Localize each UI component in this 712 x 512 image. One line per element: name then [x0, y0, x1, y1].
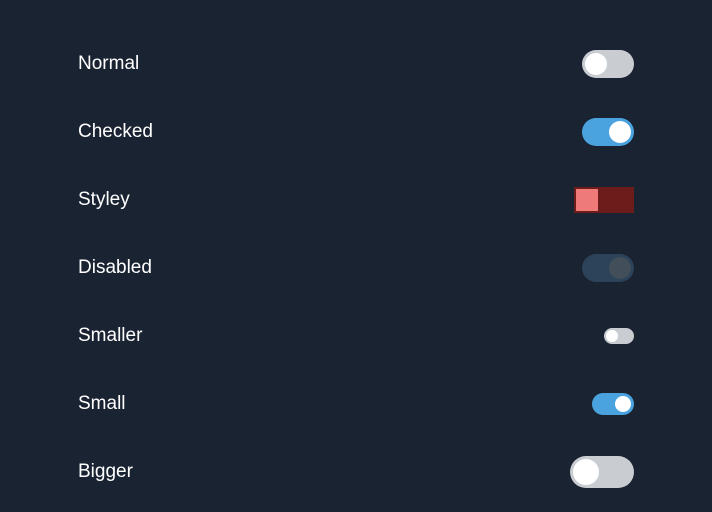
toggle-knob-checked: [609, 121, 631, 143]
toggle-knob-normal: [585, 53, 607, 75]
toggle-row-styley: Styley: [78, 166, 634, 234]
toggle-row-smaller: Smaller: [78, 302, 634, 370]
toggle-disabled: [582, 254, 634, 282]
toggle-knob-small: [615, 396, 631, 412]
toggle-checked[interactable]: [582, 118, 634, 146]
toggle-normal[interactable]: [582, 50, 634, 78]
toggle-styley[interactable]: [574, 187, 634, 213]
toggle-small[interactable]: [592, 393, 634, 415]
toggle-label-smaller: Smaller: [78, 325, 142, 347]
toggle-row-small: Small: [78, 370, 634, 438]
toggle-list: Normal Checked Styley Disabled Smaller Small B…: [78, 30, 634, 506]
toggle-row-checked: Checked: [78, 98, 634, 166]
toggle-knob-styley: [576, 189, 598, 211]
toggle-label-small: Small: [78, 393, 126, 415]
toggle-label-bigger: Bigger: [78, 461, 133, 483]
toggle-label-styley: Styley: [78, 189, 130, 211]
toggle-knob-smaller: [606, 330, 618, 342]
toggle-row-normal: Normal: [78, 30, 634, 98]
toggle-label-normal: Normal: [78, 53, 139, 75]
toggle-row-disabled: Disabled: [78, 234, 634, 302]
toggle-knob-disabled: [609, 257, 631, 279]
toggle-label-checked: Checked: [78, 121, 153, 143]
toggle-smaller[interactable]: [604, 328, 634, 344]
toggle-knob-bigger: [573, 459, 599, 485]
toggle-row-bigger: Bigger: [78, 438, 634, 506]
toggle-bigger[interactable]: [570, 456, 634, 488]
toggle-label-disabled: Disabled: [78, 257, 152, 279]
